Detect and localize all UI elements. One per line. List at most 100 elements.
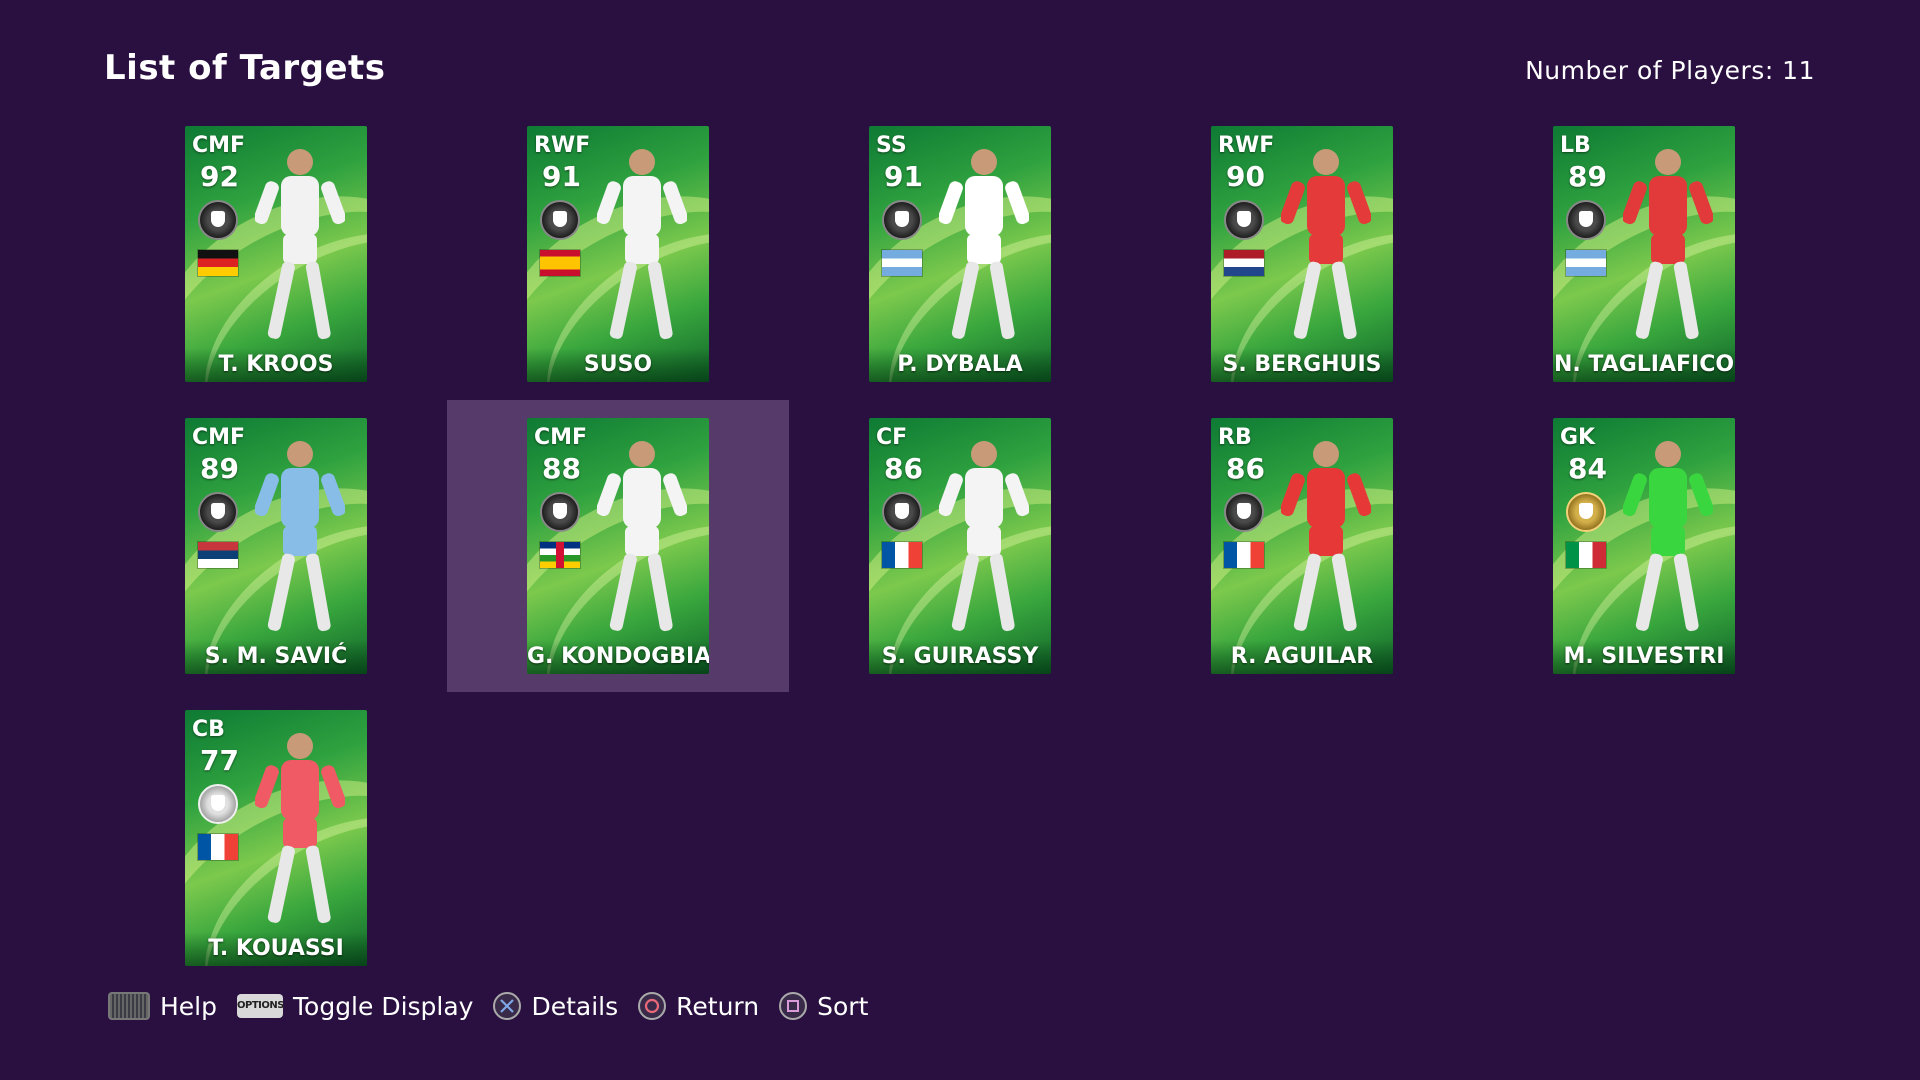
shield-icon — [553, 503, 567, 519]
player-rating: 91 — [542, 160, 581, 193]
sort-action[interactable]: Sort — [779, 992, 868, 1021]
shield-icon — [211, 211, 225, 227]
player-position: RWF — [534, 133, 591, 158]
shield-icon — [895, 211, 909, 227]
player-rating: 86 — [884, 452, 923, 485]
player-name: S. M. SAVIĆ — [185, 640, 367, 674]
nationality-flag-icon — [1566, 542, 1606, 568]
player-card[interactable]: CMF 92 T. KROOS — [185, 126, 367, 382]
shield-icon — [1579, 211, 1593, 227]
nationality-flag-icon — [540, 542, 580, 568]
player-name: T. KROOS — [185, 348, 367, 382]
player-name: S. GUIRASSY — [869, 640, 1051, 674]
sort-label: Sort — [817, 991, 869, 1021]
player-card[interactable]: CMF 88 G. KONDOGBIA — [527, 418, 709, 674]
card-type-badge-icon — [882, 492, 922, 532]
player-photo — [255, 441, 345, 632]
player-card[interactable]: SS 91 P. DYBALA — [869, 126, 1051, 382]
card-type-badge-icon — [1566, 200, 1606, 240]
card-type-badge-icon — [540, 492, 580, 532]
player-name: SUSO — [527, 348, 709, 382]
player-rating: 89 — [1568, 160, 1607, 193]
toggle-display-label: Toggle Display — [293, 991, 474, 1021]
player-card[interactable]: RWF 91 SUSO — [527, 126, 709, 382]
player-rating: 77 — [200, 744, 239, 777]
player-rating: 88 — [542, 452, 581, 485]
player-photo — [255, 733, 345, 924]
circle-button-icon — [638, 992, 667, 1020]
player-card[interactable]: RB 86 R. AGUILAR — [1211, 418, 1393, 674]
return-label: Return — [676, 991, 760, 1021]
nationality-flag-icon — [882, 542, 922, 568]
card-type-badge-icon — [198, 200, 238, 240]
player-name: P. DYBALA — [869, 348, 1051, 382]
square-button-icon — [779, 992, 808, 1020]
target-grid: CMF 92 T. KROOS RWF 91 SUSO SS 91 P. DYBALA RWF 90… — [0, 0, 1920, 1000]
cross-button-icon — [493, 992, 522, 1020]
player-position: RB — [1218, 425, 1252, 450]
player-rating: 86 — [1226, 452, 1265, 485]
nationality-flag-icon — [1224, 250, 1264, 276]
nationality-flag-icon — [882, 250, 922, 276]
player-name: S. BERGHUIS — [1211, 348, 1393, 382]
nationality-flag-icon — [198, 250, 238, 276]
shield-icon — [1579, 503, 1593, 519]
toggle-display-action[interactable]: OPTIONS Toggle Display — [237, 992, 473, 1021]
player-position: GK — [1560, 425, 1596, 450]
button-guide: Help OPTIONS Toggle Display Details Retu… — [108, 986, 888, 1026]
nationality-flag-icon — [1224, 542, 1264, 568]
card-type-badge-icon — [1224, 200, 1264, 240]
card-type-badge-icon — [1566, 492, 1606, 532]
details-action[interactable]: Details — [493, 992, 618, 1021]
shield-icon — [1237, 503, 1251, 519]
player-photo — [1623, 149, 1713, 340]
card-type-badge-icon — [1224, 492, 1264, 532]
nationality-flag-icon — [1566, 250, 1606, 276]
player-position: CMF — [192, 425, 246, 450]
player-name: R. AGUILAR — [1211, 640, 1393, 674]
card-type-badge-icon — [540, 200, 580, 240]
player-photo — [255, 149, 345, 340]
player-photo — [597, 441, 687, 632]
player-position: CB — [192, 717, 225, 742]
player-rating: 89 — [200, 452, 239, 485]
card-type-badge-icon — [882, 200, 922, 240]
player-position: CMF — [192, 133, 246, 158]
player-position: LB — [1560, 133, 1591, 158]
touchpad-icon — [108, 992, 150, 1020]
player-photo — [1623, 441, 1713, 632]
player-position: CMF — [534, 425, 588, 450]
player-position: RWF — [1218, 133, 1275, 158]
player-card[interactable]: LB 89 N. TAGLIAFICO — [1553, 126, 1735, 382]
help-label: Help — [160, 991, 217, 1021]
nationality-flag-icon — [198, 834, 238, 860]
player-name: T. KOUASSI — [185, 932, 367, 966]
player-name: N. TAGLIAFICO — [1553, 348, 1735, 382]
details-label: Details — [531, 991, 619, 1021]
shield-icon — [895, 503, 909, 519]
shield-icon — [211, 795, 225, 811]
help-action[interactable]: Help — [108, 992, 217, 1021]
player-card[interactable]: CF 86 S. GUIRASSY — [869, 418, 1051, 674]
player-rating: 91 — [884, 160, 923, 193]
player-photo — [1281, 149, 1371, 340]
player-photo — [939, 149, 1029, 340]
player-card[interactable]: GK 84 M. SILVESTRI — [1553, 418, 1735, 674]
shield-icon — [1237, 211, 1251, 227]
return-action[interactable]: Return — [638, 992, 759, 1021]
card-type-badge-icon — [198, 784, 238, 824]
player-card[interactable]: CB 77 T. KOUASSI — [185, 710, 367, 966]
player-position: SS — [876, 133, 907, 158]
player-card[interactable]: RWF 90 S. BERGHUIS — [1211, 126, 1393, 382]
nationality-flag-icon — [540, 250, 580, 276]
options-button-icon: OPTIONS — [237, 994, 284, 1018]
card-type-badge-icon — [198, 492, 238, 532]
player-photo — [1281, 441, 1371, 632]
player-photo — [939, 441, 1029, 632]
shield-icon — [553, 211, 567, 227]
player-name: G. KONDOGBIA — [527, 640, 709, 674]
player-rating: 84 — [1568, 452, 1607, 485]
player-card[interactable]: CMF 89 S. M. SAVIĆ — [185, 418, 367, 674]
player-rating: 92 — [200, 160, 239, 193]
shield-icon — [211, 503, 225, 519]
